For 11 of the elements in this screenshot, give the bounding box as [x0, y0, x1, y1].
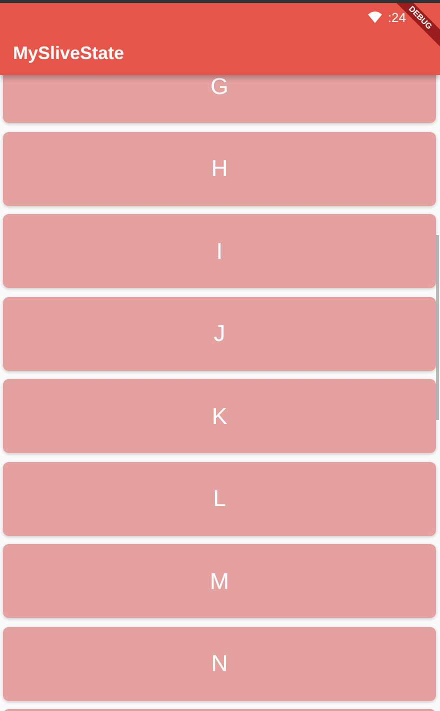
- card-label: N: [211, 650, 228, 677]
- card-label: J: [214, 320, 226, 347]
- card-label: G: [210, 72, 228, 100]
- card-label: H: [211, 155, 228, 182]
- card-label: I: [216, 238, 223, 264]
- card-label: K: [212, 402, 228, 430]
- app-title: MySliveState: [13, 43, 126, 64]
- status-time: :24: [388, 10, 406, 24]
- wifi-icon: [368, 11, 382, 23]
- card-label: M: [210, 568, 230, 594]
- card-label: L: [213, 485, 226, 512]
